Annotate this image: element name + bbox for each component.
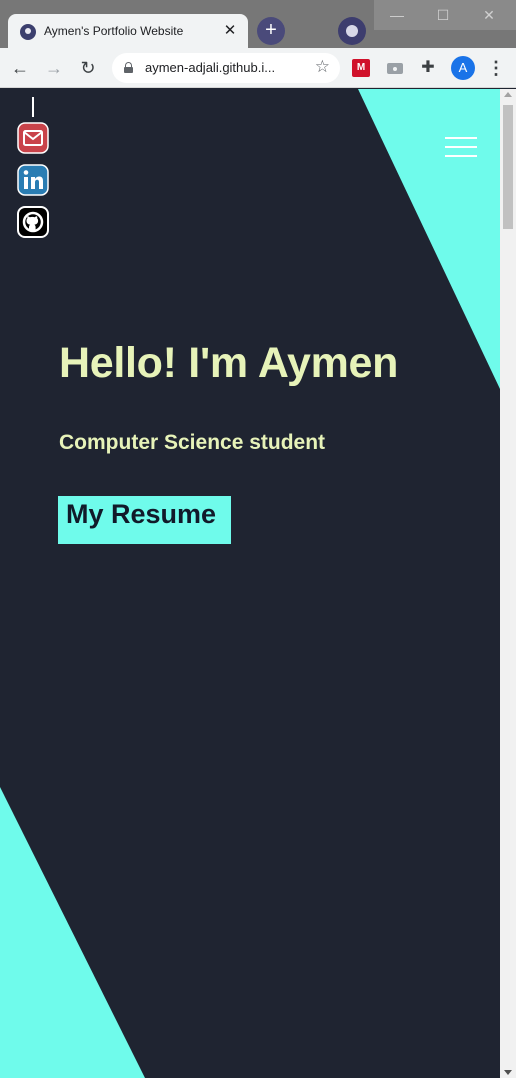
- scroll-down-arrow-icon[interactable]: [504, 1070, 512, 1075]
- background-shapes: [0, 89, 500, 1078]
- address-bar[interactable]: aymen-adjali.github.i... ☆: [112, 53, 340, 83]
- extensions-puzzle-icon[interactable]: ✚: [419, 59, 437, 77]
- github-icon: [17, 206, 49, 238]
- forward-arrow-icon[interactable]: →: [42, 56, 66, 80]
- new-tab-button[interactable]: +: [257, 17, 285, 45]
- more-menu-icon[interactable]: ⋮: [487, 56, 505, 80]
- linkedin-icon: [17, 164, 49, 196]
- browser-toolbar: ← → ↻ aymen-adjali.github.i... ☆ M ✚ A ⋮: [0, 48, 516, 88]
- tab-close-icon[interactable]: ✕: [220, 21, 240, 41]
- hero-subtitle: Computer Science student: [59, 431, 326, 454]
- camera-extension-icon[interactable]: [386, 59, 404, 77]
- scrollbar-thumb[interactable]: [503, 105, 513, 229]
- resume-button[interactable]: My Resume: [58, 496, 231, 544]
- bookmark-star-icon[interactable]: ☆: [315, 57, 330, 77]
- back-arrow-icon[interactable]: ←: [8, 56, 32, 80]
- github-link[interactable]: [17, 206, 49, 238]
- site-favicon-icon: [20, 24, 36, 40]
- social-divider-line: [32, 97, 34, 117]
- browser-tab[interactable]: Aymen's Portfolio Website ✕: [8, 14, 248, 48]
- email-icon: [17, 122, 49, 154]
- maximize-button[interactable]: ☐: [420, 0, 466, 30]
- extension-red-icon[interactable]: M: [352, 59, 370, 77]
- portfolio-page: Hello! I'm Aymen Computer Science studen…: [0, 89, 500, 1078]
- bottom-left-accent-shape: [0, 787, 145, 1078]
- page-scrollbar[interactable]: [500, 89, 516, 1078]
- hero-title: Hello! I'm Aymen: [59, 339, 399, 387]
- lock-icon[interactable]: [124, 62, 133, 73]
- profile-avatar[interactable]: A: [451, 56, 475, 80]
- scroll-up-arrow-icon[interactable]: [504, 92, 512, 97]
- reload-icon[interactable]: ↻: [76, 56, 100, 80]
- url-text[interactable]: aymen-adjali.github.i...: [145, 60, 275, 75]
- tab-search-icon[interactable]: [338, 17, 366, 45]
- email-link[interactable]: [17, 122, 49, 154]
- hamburger-menu-icon[interactable]: [445, 137, 477, 159]
- browser-titlebar: Aymen's Portfolio Website ✕ + — ☐ ✕: [0, 0, 516, 48]
- minimize-button[interactable]: —: [374, 0, 420, 30]
- tab-title: Aymen's Portfolio Website: [44, 24, 184, 38]
- window-controls: — ☐ ✕: [374, 0, 516, 30]
- linkedin-link[interactable]: [17, 164, 49, 196]
- close-window-button[interactable]: ✕: [466, 0, 512, 30]
